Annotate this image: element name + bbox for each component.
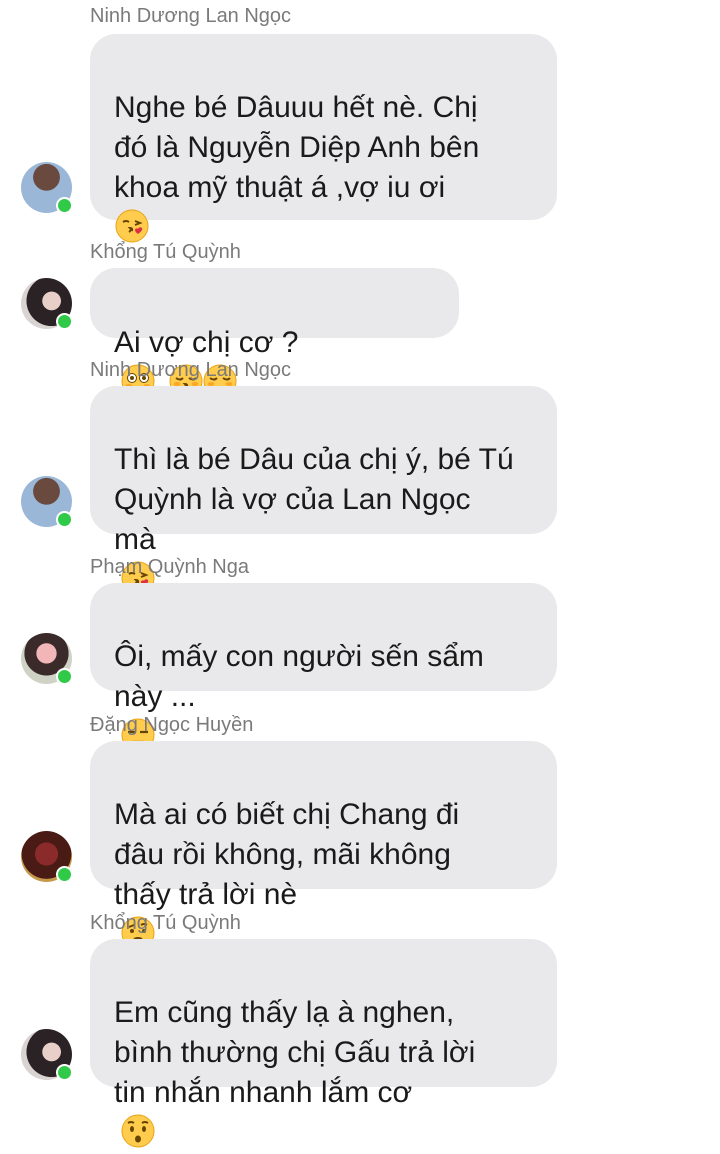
message-text: Ôi, mấy con người sến sẩm này ... bbox=[114, 640, 484, 713]
online-status-dot bbox=[56, 1064, 73, 1081]
message-group: Ninh Dương Lan Ngọc Nghe bé Dâuuu hết nè… bbox=[0, 4, 720, 324]
message-group: Đặng Ngọc Huyền Mà ai có biết chị Chang … bbox=[0, 713, 720, 950]
message-bubble[interactable]: Mà ai có biết chị Chang đi đâu rồi không… bbox=[90, 741, 557, 950]
online-status-dot bbox=[56, 511, 73, 528]
kissing-heart-emoji bbox=[115, 209, 149, 243]
message-text: Nghe bé Dâuuu hết nè. Chị đó là Nguyễn D… bbox=[114, 91, 480, 204]
avatar[interactable] bbox=[21, 278, 73, 330]
sender-name: Phạm Quỳnh Nga bbox=[90, 556, 249, 578]
message-text: Mà ai có biết chị Chang đi đâu rồi không… bbox=[114, 798, 460, 911]
message-group: Ninh Dương Lan Ngọc Thì là bé Dâu của ch… bbox=[0, 358, 720, 595]
sender-name: Ninh Dương Lan Ngọc bbox=[90, 5, 292, 27]
message-bubble[interactable]: Nghe bé Dâuuu hết nè. Chị đó là Nguyễn D… bbox=[90, 34, 557, 324]
avatar[interactable] bbox=[21, 831, 73, 883]
avatar[interactable] bbox=[21, 1029, 73, 1081]
message-bubble[interactable]: Ôi, mấy con người sến sẩm này ... bbox=[90, 583, 557, 752]
message-group: Phạm Quỳnh Nga Ôi, mấy con người sến sẩm… bbox=[0, 555, 720, 752]
online-status-dot bbox=[56, 313, 73, 330]
avatar[interactable] bbox=[21, 162, 73, 214]
message-bubble[interactable]: Em cũng thấy lạ à nghen, bình thường chị… bbox=[90, 939, 557, 1148]
online-status-dot bbox=[56, 197, 73, 214]
online-status-dot bbox=[56, 866, 73, 883]
message-group: Khổng Tú Quỳnh Em cũng thấy lạ à nghen, … bbox=[0, 911, 720, 1148]
sender-name: Khổng Tú Quỳnh bbox=[90, 912, 241, 934]
message-text: Em cũng thấy lạ à nghen, bình thường chị… bbox=[114, 996, 476, 1109]
sender-name: Đặng Ngọc Huyền bbox=[90, 714, 254, 736]
message-text: Thì là bé Dâu của chị ý, bé Tú Quỳnh là … bbox=[114, 443, 514, 556]
message-bubble[interactable]: Ai vợ chị cơ ? bbox=[90, 268, 459, 398]
message-bubble[interactable]: Thì là bé Dâu của chị ý, bé Tú Quỳnh là … bbox=[90, 386, 557, 595]
online-status-dot bbox=[56, 668, 73, 685]
message-group: Khổng Tú Quỳnh Ai vợ chị cơ ? bbox=[0, 240, 720, 398]
hushed-emoji bbox=[121, 1114, 155, 1148]
sender-name: Khổng Tú Quỳnh bbox=[90, 241, 241, 263]
avatar[interactable] bbox=[21, 476, 73, 528]
avatar[interactable] bbox=[21, 633, 73, 685]
message-text: Ai vợ chị cơ ? bbox=[114, 326, 299, 359]
sender-name: Ninh Dương Lan Ngọc bbox=[90, 359, 292, 381]
